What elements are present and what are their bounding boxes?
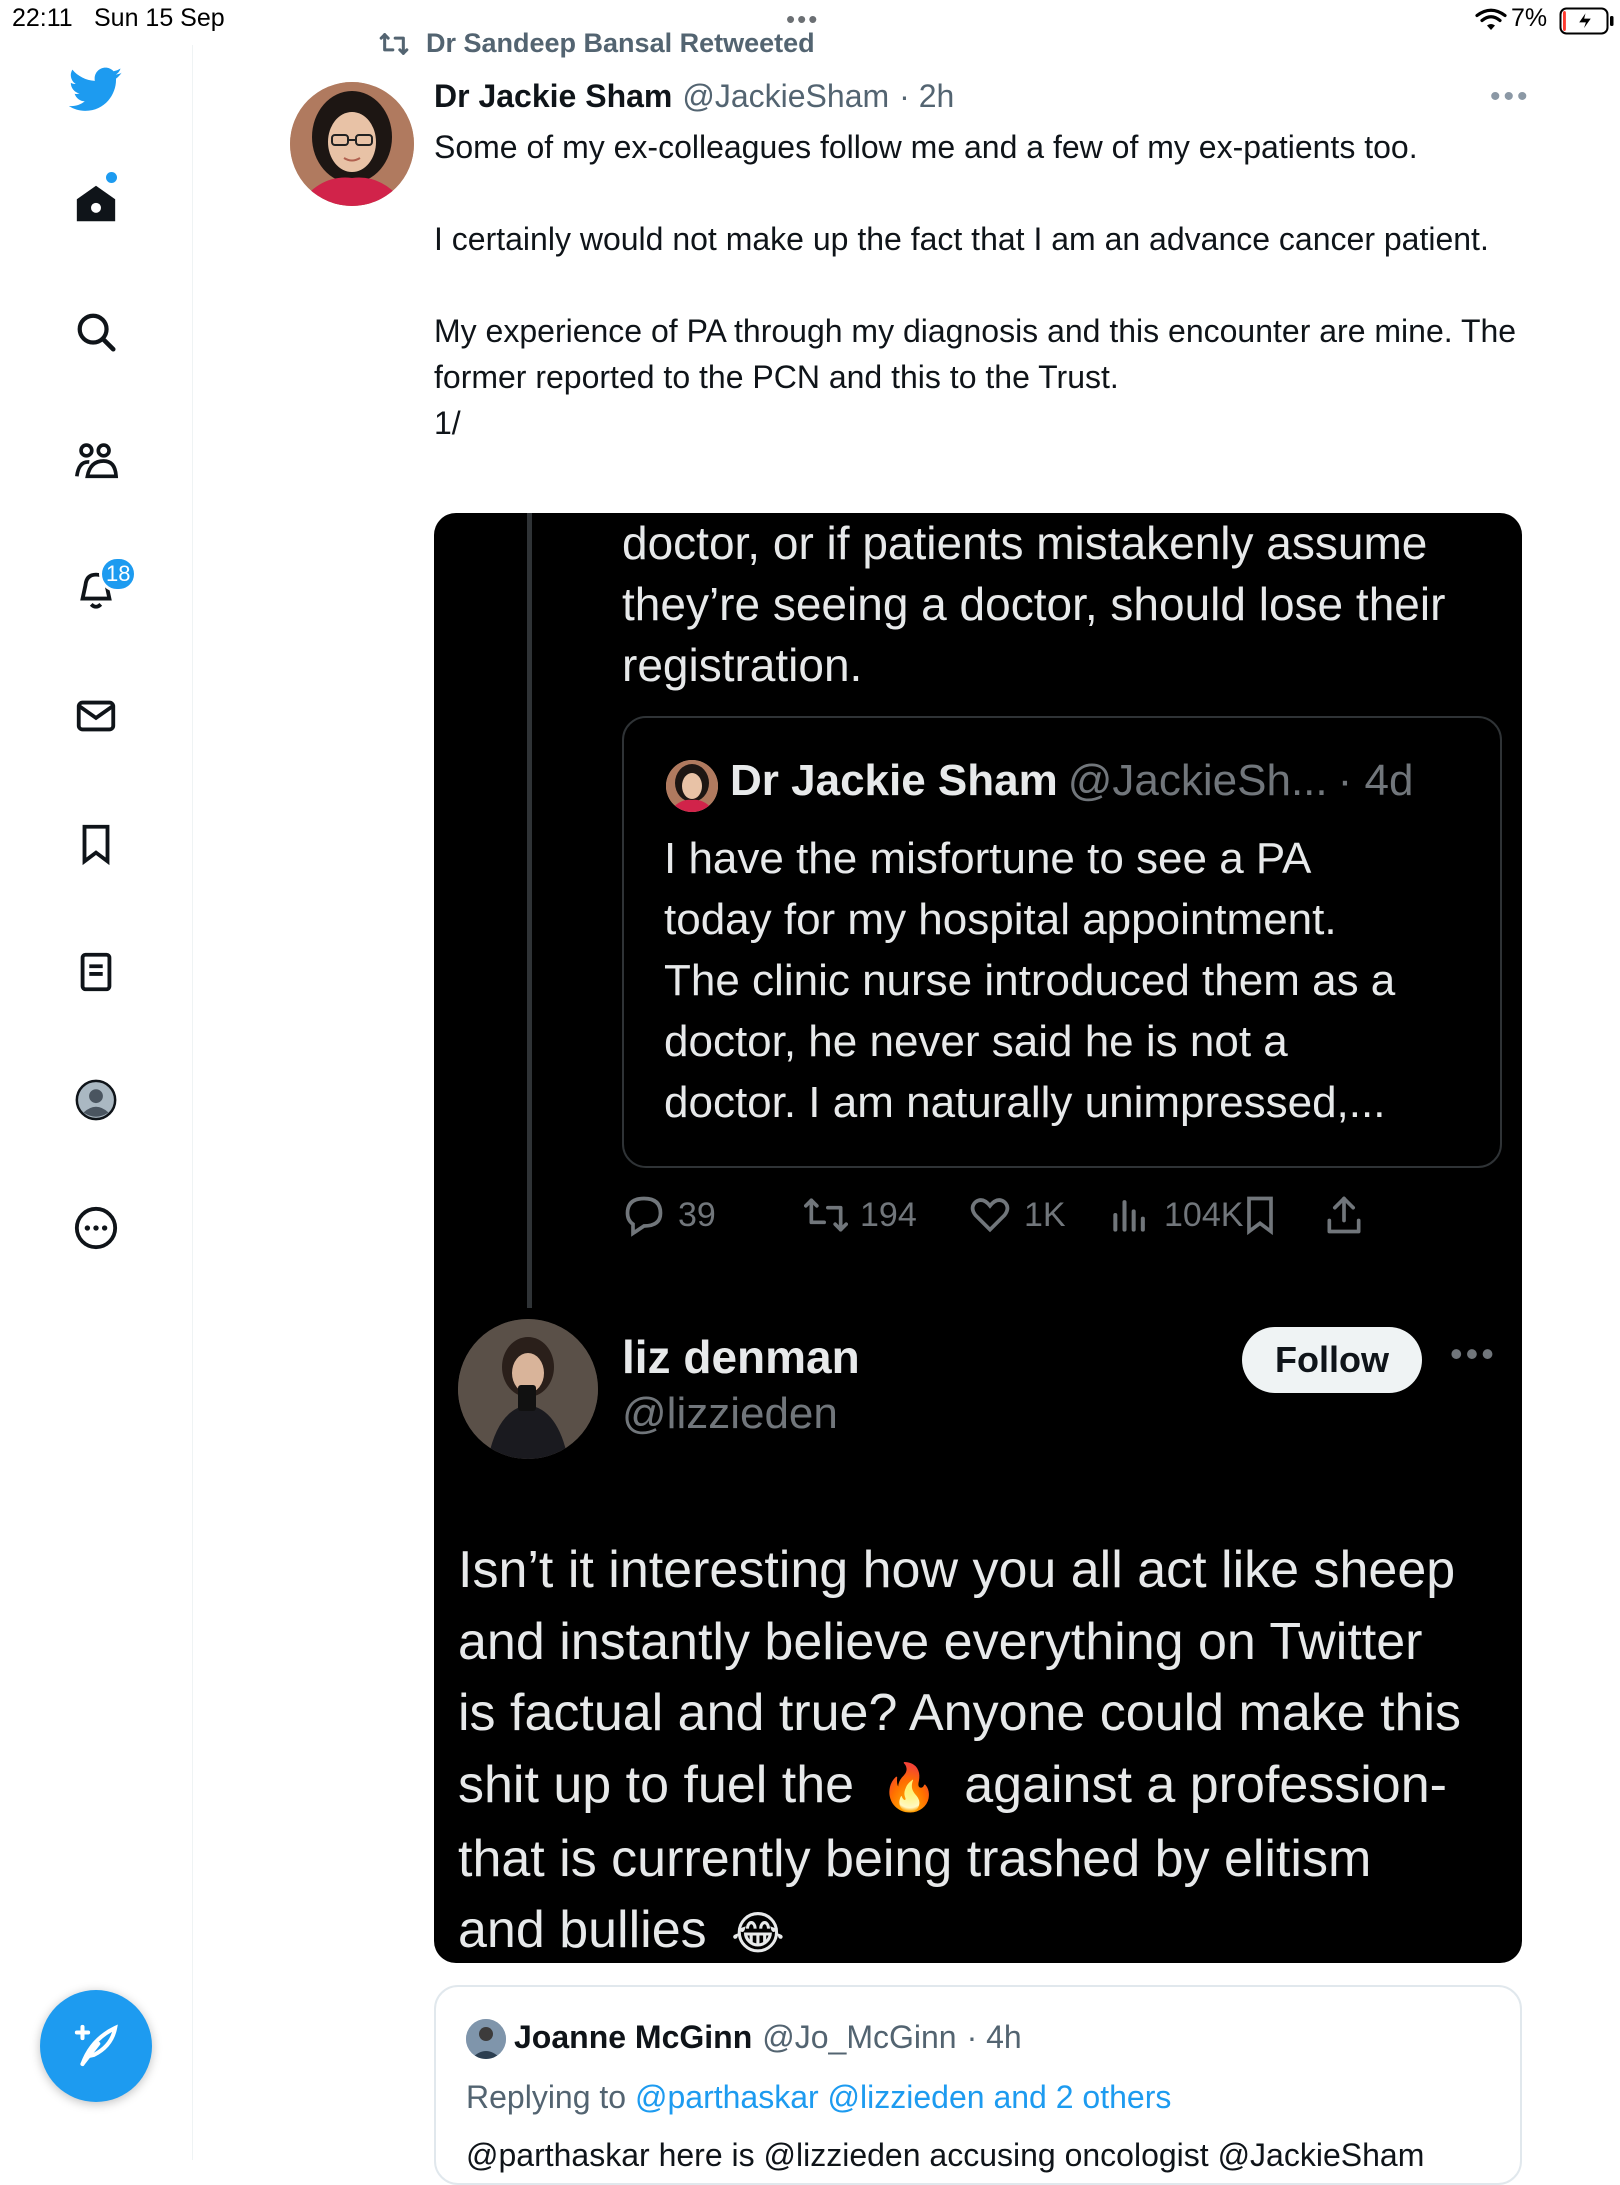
author-handle[interactable]: @JackieSham [682,78,889,115]
reply-icon [625,1196,663,1237]
quote-text-line: doctor, he never said he is not a [664,1017,1288,1066]
reply-count-value: 39 [678,1195,716,1234]
retweet-icon [804,1198,848,1232]
reply-count: 39 [622,1193,716,1237]
reply-text-line: Isn’t it interesting how you all act lik… [458,1541,1456,1599]
quote-avatar [666,760,718,812]
tweet-text: Some of my ex-colleagues follow me and a… [434,124,1534,446]
next-tweet-author-handle[interactable]: @Jo_McGinn [762,2019,956,2056]
like-count-value: 1K [1024,1195,1066,1234]
author-line: Dr Jackie Sham @JackieSham · 2h [434,78,954,115]
reply-text-segment: shit up to fuel the [458,1755,855,1814]
more-icon[interactable] [62,1194,130,1262]
battery-percent: 7% [1511,4,1548,32]
tweet-more-button[interactable]: ••• [1490,80,1531,114]
retweet-icon [379,32,409,55]
retweet-count: 194 [804,1193,917,1237]
tweet-paragraph: Some of my ex-colleagues follow me and a… [434,129,1418,165]
retweeted-by-text[interactable]: Dr Sandeep Bansal Retweeted [426,28,815,59]
quote-text-line: today for my hospital appointment. [664,895,1337,944]
quote-text-line: doctor. I am naturally unimpressed,... [664,1078,1386,1127]
reply-text-segment: and bullies [458,1901,707,1960]
messages-icon[interactable] [62,682,130,750]
bookmarks-icon[interactable] [62,810,130,878]
quote-text-line: I have the misfortune to see a PA [664,834,1312,883]
quote-author-handle: @JackieSh... [1067,756,1328,805]
reply-author-name: liz denman [622,1331,860,1383]
views-chart-icon [1113,1200,1145,1232]
reply-text-segment: against a profession- [964,1755,1447,1814]
bookmark-action [1238,1193,1282,1237]
notifications-badge: 18 [99,556,138,592]
share-action [1322,1193,1366,1237]
next-tweet-avatar[interactable] [466,2019,506,2059]
bookmark-icon [1247,1196,1273,1236]
laughing-emoji: 😂 [731,1906,785,1959]
view-count: 104K [1108,1193,1243,1237]
next-tweet-time[interactable]: · 4h [967,2019,1022,2056]
fire-emoji: 🔥 [880,1761,938,1814]
home-icon[interactable] [62,170,130,238]
next-tweet-header: Joanne McGinn @Jo_McGinn · 4h [514,2019,1022,2056]
reply-text-line: shit up to fuel the 🔥 against a professi… [458,1750,1508,1824]
like-count: 1K [968,1193,1066,1237]
reply-text-line: is factual and true? Anyone could make t… [458,1684,1462,1742]
tweet-paragraph: My experience of PA through my diagnosis… [434,313,1517,395]
status-time: 22:11 [12,4,73,32]
tweet-paragraph: I certainly would not make up the fact t… [434,221,1489,257]
tweet-paragraph: 1/ [434,405,461,441]
compose-feather-icon [74,2024,118,2067]
quote-header: Dr Jackie Sham @JackieSh... · 4d [730,756,1413,806]
share-icon [1327,1196,1361,1234]
quote-time: · 4d [1337,756,1414,805]
wifi-icon [1475,8,1507,30]
reply-text-line: and bullies 😂 [458,1895,1508,1963]
compose-button[interactable] [40,1990,152,2102]
communities-icon[interactable] [62,427,130,495]
reply-text-line: that is currently being trashed by eliti… [458,1829,1372,1888]
profile-icon[interactable] [62,1066,130,1134]
author-avatar[interactable] [290,82,414,206]
next-tweet-text: @parthaskar here is @lizzieden accusing … [466,2137,1425,2173]
quoted-tweet-card: Dr Jackie Sham @JackieSh... · 4d I have … [622,716,1502,1168]
quote-text-line: The clinic nurse introduced them as a [664,956,1396,1005]
media-top-text: doctor, or if patients mistakenly assume… [622,513,1502,696]
thread-line [527,513,532,1308]
media-text-line: they’re seeing a doctor, should lose the… [622,578,1446,630]
battery-charging-icon [1559,7,1614,35]
next-tweet-author-name[interactable]: Joanne McGinn [514,2019,752,2056]
reply-author-handle: @lizzieden [622,1389,838,1438]
media-text-line: registration. [622,639,863,691]
lists-icon[interactable] [62,938,130,1006]
view-count-value: 104K [1164,1195,1244,1234]
tweet-time[interactable]: · 2h [899,78,954,115]
reply-text: Isn’t it interesting how you all act lik… [458,1535,1508,1963]
retweet-count-value: 194 [860,1195,917,1234]
next-tweet-card[interactable]: Joanne McGinn @Jo_McGinn · 4h Replying t… [434,1985,1522,2185]
replying-to-links[interactable]: @parthaskar @lizzieden and 2 others [635,2079,1171,2115]
twitter-logo-icon[interactable] [62,55,130,123]
quote-text: I have the misfortune to see a PA today … [664,828,1484,1133]
sidebar-divider [192,45,193,2160]
search-icon[interactable] [62,298,130,366]
status-date: Sun 15 Sep [94,4,225,32]
retweeted-by-line: Dr Sandeep Bansal Retweeted [376,28,815,59]
media-text-line: doctor, or if patients mistakenly assume [622,517,1428,569]
follow-button: Follow [1242,1327,1422,1393]
replying-to-line: Replying to @parthaskar @lizzieden and 2… [466,2079,1171,2116]
author-name[interactable]: Dr Jackie Sham [434,78,672,115]
media-action-bar: 39 194 1K 104K [622,1193,1512,1253]
reply-author-avatar [458,1319,598,1459]
tweet-media-image[interactable]: doctor, or if patients mistakenly assume… [434,513,1522,1963]
quote-author-name: Dr Jackie Sham [730,756,1058,805]
home-unread-dot [106,172,117,183]
replying-to-prefix: Replying to [466,2079,627,2115]
reply-more-icon: ••• [1450,1333,1497,1374]
reply-text-line: and instantly believe everything on Twit… [458,1612,1423,1671]
heart-icon [970,1198,1010,1233]
